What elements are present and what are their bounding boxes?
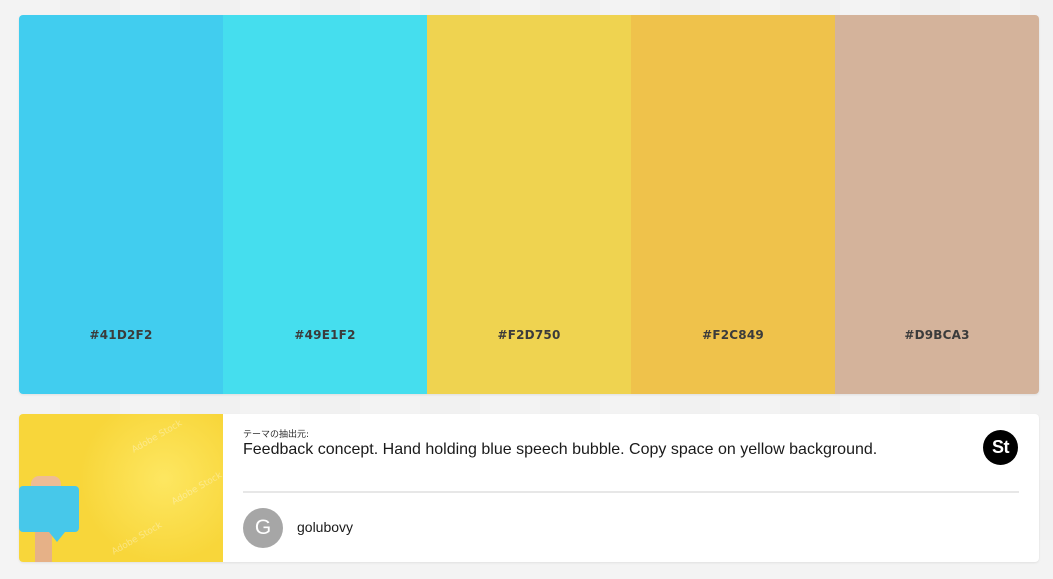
thumbnail-speech-bubble — [19, 486, 79, 532]
color-swatch-3[interactable]: #F2D750 — [427, 15, 631, 394]
color-swatch-1[interactable]: #41D2F2 — [19, 15, 223, 394]
swatch-hex-label: #F2C849 — [702, 328, 764, 342]
color-swatch-2[interactable]: #49E1F2 — [223, 15, 427, 394]
source-thumbnail[interactable]: Adobe Stock Adobe Stock Adobe Stock — [19, 414, 223, 562]
swatch-hex-label: #D9BCA3 — [904, 328, 970, 342]
card-divider — [243, 491, 1019, 493]
swatch-hex-label: #F2D750 — [497, 328, 561, 342]
thumbnail-speech-bubble-tail — [49, 532, 65, 542]
stock-badge-label: St — [992, 437, 1010, 457]
source-card: Adobe Stock Adobe Stock Adobe Stock テーマの… — [19, 414, 1039, 562]
source-title-link[interactable]: Feedback concept. Hand holding blue spee… — [243, 441, 877, 459]
avatar-initial: G — [254, 516, 272, 539]
swatch-hex-label: #41D2F2 — [89, 328, 153, 342]
swatch-hex-label: #49E1F2 — [294, 328, 356, 342]
color-palette: #41D2F2 #49E1F2 #F2D750 #F2C849 #D9BCA3 — [19, 15, 1039, 394]
adobe-stock-icon[interactable]: St — [983, 430, 1018, 465]
author-name[interactable]: golubovy — [297, 519, 353, 535]
avatar[interactable]: G — [243, 508, 283, 548]
color-swatch-4[interactable]: #F2C849 — [631, 15, 835, 394]
color-swatch-5[interactable]: #D9BCA3 — [835, 15, 1039, 394]
extracted-from-label: テーマの抽出元: — [243, 430, 310, 440]
